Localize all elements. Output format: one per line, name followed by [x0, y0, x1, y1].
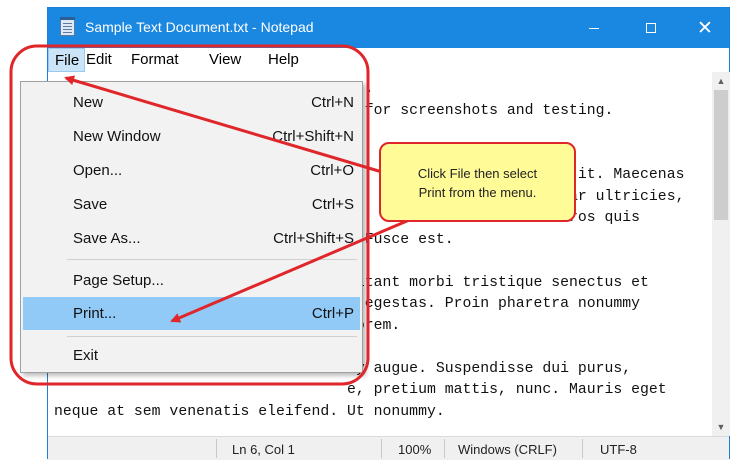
menu-bar: File Edit Format View Help	[48, 48, 729, 72]
scroll-up-icon[interactable]: ▲	[712, 72, 730, 90]
window-title: Sample Text Document.txt - Notepad	[85, 19, 314, 35]
notepad-icon	[60, 17, 75, 36]
status-position: Ln 6, Col 1	[232, 442, 295, 457]
scroll-down-icon[interactable]: ▼	[712, 418, 730, 436]
menu-item-open[interactable]: Open... Ctrl+O	[23, 154, 360, 187]
menu-separator	[67, 259, 357, 260]
menu-view[interactable]: View	[209, 51, 241, 68]
menu-item-label: Exit	[73, 347, 99, 364]
callout-line-2: Print from the menu.	[418, 185, 537, 200]
instruction-callout: Click File then select Print from the me…	[379, 142, 576, 222]
menu-item-shortcut: Ctrl+N	[311, 94, 354, 111]
minimize-icon	[589, 27, 599, 29]
title-bar[interactable]: Sample Text Document.txt - Notepad ✕	[48, 8, 729, 48]
menu-item-new[interactable]: New Ctrl+N	[23, 86, 360, 119]
menu-item-new-window[interactable]: New Window Ctrl+Shift+N	[23, 120, 360, 153]
scroll-thumb[interactable]	[714, 90, 728, 220]
vertical-scrollbar[interactable]: ▲ ▼	[712, 72, 730, 436]
menu-item-label: Save	[73, 196, 108, 213]
menu-item-shortcut: Ctrl+O	[310, 162, 354, 179]
status-encoding: UTF-8	[600, 442, 637, 457]
menu-item-shortcut: Ctrl+S	[311, 196, 354, 213]
status-bar: Ln 6, Col 1 100% Windows (CRLF) UTF-8	[48, 436, 729, 460]
maximize-button[interactable]	[628, 8, 674, 48]
menu-separator	[67, 336, 357, 337]
close-button[interactable]: ✕	[682, 8, 728, 48]
menu-item-label: Open...	[73, 162, 123, 179]
file-menu-dropdown: New Ctrl+N New Window Ctrl+Shift+N Open.…	[20, 81, 363, 373]
callout-line-1: Click File then select	[417, 166, 538, 181]
status-divider	[582, 439, 583, 458]
menu-item-label: New	[73, 94, 104, 111]
menu-item-label: Page Setup...	[73, 272, 164, 289]
status-zoom: 100%	[398, 442, 432, 457]
menu-item-shortcut: Ctrl+Shift+S	[273, 230, 354, 247]
menu-item-shortcut: Ctrl+P	[311, 305, 354, 322]
menu-item-label: Save As...	[73, 230, 141, 247]
status-divider	[381, 439, 382, 458]
menu-help[interactable]: Help	[268, 51, 299, 68]
menu-item-page-setup[interactable]: Page Setup...	[23, 264, 360, 297]
menu-item-save-as[interactable]: Save As... Ctrl+Shift+S	[23, 222, 360, 255]
menu-edit[interactable]: Edit	[86, 51, 112, 68]
maximize-icon	[646, 23, 656, 33]
status-divider	[216, 439, 217, 458]
menu-item-label: New Window	[73, 128, 161, 145]
status-divider	[444, 439, 445, 458]
minimize-button[interactable]	[571, 8, 617, 48]
menu-format[interactable]: Format	[131, 51, 179, 68]
status-line-ending: Windows (CRLF)	[458, 442, 557, 457]
menu-item-shortcut: Ctrl+Shift+N	[272, 128, 354, 145]
menu-file[interactable]: File	[48, 48, 86, 72]
menu-item-label: Print...	[73, 305, 117, 322]
menu-item-exit[interactable]: Exit	[23, 339, 360, 372]
menu-item-save[interactable]: Save Ctrl+S	[23, 188, 360, 221]
menu-item-print[interactable]: Print... Ctrl+P	[23, 297, 360, 330]
